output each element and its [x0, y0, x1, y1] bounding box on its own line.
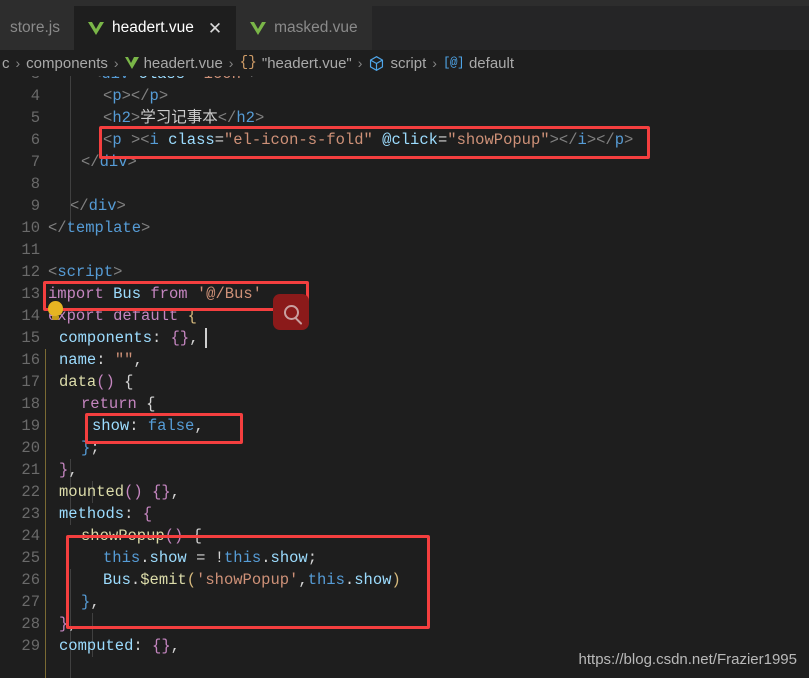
code-editor[interactable]: 3 4 5 6 7 8 9 10 11 12 13 14 15 16 17 18… [0, 76, 809, 678]
code-line-29: computed: {}, [59, 637, 180, 655]
module-icon [368, 55, 385, 72]
code-line-21: }, [59, 461, 78, 479]
code-line-7: </div> [81, 153, 137, 171]
code-line-5: <h2>学习记事本</h2> [103, 109, 265, 127]
code-line-14: export default { [48, 307, 197, 325]
braces-icon: {} [239, 55, 257, 71]
breadcrumb-label: headert.vue [143, 54, 223, 72]
breadcrumb-item-symbol-file[interactable]: {} "headert.vue" [239, 55, 351, 72]
breadcrumb-label: default [468, 54, 515, 72]
tab-label: masked.vue [274, 19, 358, 36]
magnifier-glyph [283, 304, 299, 320]
code-line-19: show: false, [92, 417, 204, 435]
watermark-url: https://blog.csdn.net/Frazier1995 [578, 651, 797, 668]
tab-masked-vue[interactable]: masked.vue [236, 6, 372, 50]
breadcrumb-item-default[interactable]: [@] default [443, 55, 514, 72]
breadcrumb-label: "headert.vue" [261, 54, 352, 72]
code-line-15: components: {}, [59, 329, 199, 347]
tab-bar-filler [371, 6, 809, 50]
breadcrumb-item-headert-vue[interactable]: headert.vue [124, 54, 223, 72]
breadcrumb-label: components [26, 54, 108, 72]
tab-label: store.js [10, 19, 60, 36]
vue-file-icon [250, 21, 267, 35]
code-line-3: <div class="icon"> [92, 76, 259, 85]
code-line-23: methods: { [59, 505, 153, 523]
code-line-16: name: "", [59, 351, 143, 369]
close-icon[interactable]: ✕ [208, 20, 222, 37]
code-line-6: <p ><i class="el-icon-s-fold" @click="sh… [103, 131, 634, 149]
code-line-26: Bus.$emit('showPopup',this.show) [103, 571, 401, 589]
breadcrumb-item-root[interactable]: c [2, 55, 10, 72]
code-line-13: import Bus from '@/Bus' [48, 285, 262, 303]
breadcrumb-separator-icon: › [15, 55, 21, 71]
code-content[interactable]: <div class="icon"> <p></p> <h2>学习记事本</h2… [0, 76, 809, 678]
breadcrumb-label: script [390, 54, 427, 72]
lightbulb-icon[interactable] [48, 301, 63, 320]
code-line-24: showPopup() { [81, 527, 202, 545]
code-line-12: <script> [48, 263, 123, 281]
breadcrumb-separator-icon: › [113, 55, 119, 71]
at-symbol-icon: [@] [442, 56, 465, 70]
vscode-window: store.js headert.vue ✕ masked.vue c › co… [0, 0, 809, 678]
code-line-20: }; [81, 439, 100, 457]
code-line-25: this.show = !this.show; [103, 549, 318, 567]
breadcrumb-separator-icon: › [357, 55, 363, 71]
vue-file-icon [124, 57, 139, 69]
tab-label: headert.vue [111, 19, 194, 36]
editor-tab-bar: store.js headert.vue ✕ masked.vue [0, 0, 809, 50]
code-line-10: </template> [48, 219, 151, 237]
code-line-4: <p></p> [103, 87, 169, 105]
text-cursor [205, 328, 207, 348]
tab-headert-vue[interactable]: headert.vue ✕ [73, 6, 237, 50]
code-line-9: </div> [70, 197, 126, 215]
breadcrumb-item-components[interactable]: components [26, 55, 108, 72]
vue-file-icon [87, 21, 104, 35]
breadcrumb: c › components › headert.vue › {} "heade… [0, 50, 809, 76]
code-line-17: data() { [59, 373, 134, 391]
code-line-18: return { [81, 395, 156, 413]
code-line-28: }, [59, 615, 78, 633]
breadcrumb-label: c [2, 54, 10, 72]
breadcrumb-item-script[interactable]: script [368, 55, 426, 72]
breadcrumb-separator-icon: › [228, 55, 234, 71]
tab-store-js[interactable]: store.js [0, 6, 74, 50]
search-icon[interactable] [273, 294, 309, 330]
code-line-27: }, [81, 593, 100, 611]
code-line-22: mounted() {}, [59, 483, 180, 501]
breadcrumb-separator-icon: › [432, 55, 437, 71]
